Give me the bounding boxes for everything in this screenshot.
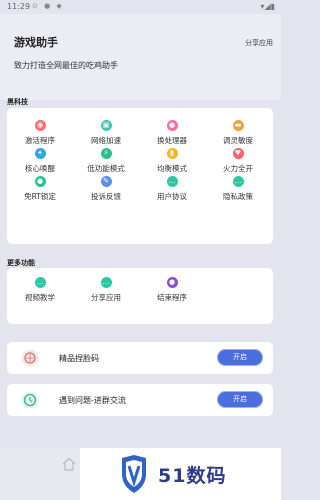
feedback-icon: ✎ bbox=[100, 176, 112, 187]
face-code-icon bbox=[21, 349, 39, 367]
status-battery-icon: ▾◢▮ bbox=[260, 2, 275, 11]
black-tech-item[interactable]: ◉ 激活程序 bbox=[8, 120, 72, 146]
more-function-item[interactable]: ● 结束程序 bbox=[140, 277, 204, 303]
black-tech-item-label: 投诉反馈 bbox=[91, 192, 121, 201]
network-icon: ▣ bbox=[100, 120, 112, 131]
app-header: 游戏助手 分享应用 致力打造全网最佳的吃鸡助手 bbox=[0, 14, 281, 100]
group-chat-row[interactable]: 遇到问题-进群交流 开启 bbox=[7, 384, 273, 416]
black-tech-item[interactable]: ● 免RT锁定 bbox=[8, 176, 72, 202]
share-app-link[interactable]: 分享应用 bbox=[245, 38, 273, 48]
black-tech-item-label: 免RT锁定 bbox=[24, 192, 56, 201]
black-tech-item[interactable]: ▬ 调灵敏度 bbox=[206, 120, 270, 146]
more-function-item[interactable]: … 视频教学 bbox=[8, 277, 72, 303]
more-function-item-label: 分享应用 bbox=[91, 293, 121, 302]
black-tech-item-label: 核心唤醒 bbox=[25, 164, 55, 173]
black-tech-item[interactable]: ● 换处理器 bbox=[140, 120, 204, 146]
activate-icon: ◉ bbox=[34, 120, 46, 131]
black-tech-item-label: 调灵敏度 bbox=[223, 136, 253, 145]
black-tech-item[interactable]: ♥ 火力全开 bbox=[206, 148, 270, 174]
face-code-open-button[interactable]: 开启 bbox=[217, 349, 263, 366]
black-tech-item-label: 隐私政策 bbox=[223, 192, 253, 201]
status-time: 11:29 bbox=[7, 2, 31, 11]
group-chat-label: 遇到问题-进群交流 bbox=[59, 396, 126, 405]
status-bar: 11:29 ⊙ ● ◆ ▾◢▮ bbox=[0, 0, 281, 14]
section-title-black-tech: 黑科技 bbox=[7, 98, 28, 106]
black-tech-item[interactable]: ▣ 网络加速 bbox=[74, 120, 138, 146]
more-function-item-label: 结束程序 bbox=[157, 293, 187, 302]
app-title: 游戏助手 bbox=[14, 36, 58, 49]
more-functions-card: … 视频教学 … 分享应用 ● 结束程序 bbox=[7, 268, 273, 324]
face-code-label: 精品捏脸码 bbox=[59, 354, 99, 363]
black-tech-item-label: 均衡模式 bbox=[157, 164, 187, 173]
black-tech-item-label: 换处理器 bbox=[157, 136, 187, 145]
core-icon: ✦ bbox=[34, 148, 46, 159]
home-icon[interactable] bbox=[61, 456, 77, 472]
black-tech-item[interactable]: … 隐私政策 bbox=[206, 176, 270, 202]
black-tech-item[interactable]: ✦ 核心唤醒 bbox=[8, 148, 72, 174]
share-icon: … bbox=[100, 277, 112, 288]
more-function-item[interactable]: … 分享应用 bbox=[74, 277, 138, 303]
face-code-row[interactable]: 精品捏脸码 开启 bbox=[7, 342, 273, 374]
shield-logo-icon bbox=[122, 455, 146, 493]
black-tech-item-label: 网络加速 bbox=[91, 136, 121, 145]
agreement-icon: … bbox=[166, 176, 178, 187]
black-tech-item[interactable]: ▮ 均衡模式 bbox=[140, 148, 204, 174]
black-tech-item[interactable]: ✎ 投诉反馈 bbox=[74, 176, 138, 202]
group-chat-icon bbox=[21, 391, 39, 409]
black-tech-item-label: 火力全开 bbox=[223, 164, 253, 173]
end-icon: ● bbox=[166, 277, 178, 288]
black-tech-item-label: 激活程序 bbox=[25, 136, 55, 145]
status-notification-icons: ⊙ ● ◆ bbox=[32, 2, 64, 10]
black-tech-item-label: 低功能模式 bbox=[87, 164, 125, 173]
black-tech-card: ◉ 激活程序 ▣ 网络加速 ● 换处理器 ▬ 调灵敏度 ✦ 核心唤醒 ⚡ 低功能模式 ▮ 均衡模式 ♥ 火力全… bbox=[7, 108, 273, 244]
fire-icon: ♥ bbox=[232, 148, 244, 159]
watermark-text: 51数码 bbox=[158, 465, 227, 487]
more-function-item-label: 视频教学 bbox=[25, 293, 55, 302]
balance-icon: ▮ bbox=[166, 148, 178, 159]
app-slogan: 致力打造全网最佳的吃鸡助手 bbox=[14, 61, 118, 70]
watermark: 51数码 bbox=[80, 448, 281, 500]
black-tech-item[interactable]: ⚡ 低功能模式 bbox=[74, 148, 138, 174]
black-tech-item-label: 用户协议 bbox=[157, 192, 187, 201]
section-title-more: 更多功能 bbox=[7, 259, 35, 267]
black-tech-item[interactable]: … 用户协议 bbox=[140, 176, 204, 202]
privacy-icon: … bbox=[232, 176, 244, 187]
sensitivity-icon: ▬ bbox=[232, 120, 244, 131]
group-chat-open-button[interactable]: 开启 bbox=[217, 391, 263, 408]
lock-icon: ● bbox=[34, 176, 46, 187]
low-power-icon: ⚡ bbox=[100, 148, 112, 159]
processor-icon: ● bbox=[166, 120, 178, 131]
video-icon: … bbox=[34, 277, 46, 288]
